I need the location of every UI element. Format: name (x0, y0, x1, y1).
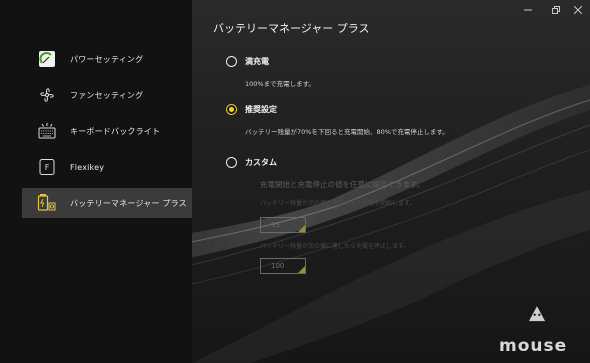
page-title: バッテリーマネージャー プラス (213, 22, 370, 35)
sidebar-item-label: ファンセッティング (70, 90, 144, 100)
restore-icon (552, 6, 560, 14)
charge-start-input[interactable]: 95 (260, 217, 306, 233)
full-charge-description: 100%まで充電します。 (245, 80, 315, 88)
app-window: パワーセッティング ファンセッティング キーボードバックライト F Flexik… (0, 0, 590, 363)
minimize-icon (524, 9, 532, 11)
flexikey-icon: F (37, 157, 57, 177)
minimize-button[interactable] (521, 4, 535, 16)
sidebar-item-fan-setting[interactable]: ファンセッティング (22, 80, 192, 110)
sidebar-item-keyboard-backlight[interactable]: キーボードバックライト (22, 116, 192, 146)
stepper-corner-icon (298, 266, 305, 273)
power-meter-icon (37, 49, 57, 69)
recommended-description: バッテリー残量が70%を下回ると充電開始、80%で充電停止します。 (245, 128, 449, 136)
close-icon (574, 6, 582, 14)
stepper-corner-icon (298, 225, 305, 232)
custom-description: 充電開始と充電停止の値を任意に設定できます。 (260, 180, 425, 189)
restore-button[interactable] (549, 4, 563, 16)
sidebar-item-label: バッテリーマネージャー プラス (70, 198, 187, 208)
recommended-label[interactable]: 推奨設定 (245, 104, 277, 115)
full-charge-label[interactable]: 満充電 (245, 56, 269, 67)
sidebar-item-flexikey[interactable]: F Flexikey (22, 152, 192, 182)
charge-start-label: バッテリー残量が次の値を下回ったら充電を開始します。 (260, 200, 416, 207)
battery-manager-icon (37, 193, 57, 213)
custom-radio[interactable] (226, 157, 237, 168)
sidebar-item-battery-manager-plus[interactable]: バッテリーマネージャー プラス (22, 188, 192, 218)
charge-stop-input[interactable]: 100 (260, 258, 306, 274)
sidebar-item-label: キーボードバックライト (70, 126, 161, 136)
sidebar-item-label: Flexikey (70, 162, 105, 172)
charge-stop-label: バッテリー残量が次の値に達したら充電を停止します。 (260, 243, 410, 250)
keyboard-backlight-icon (37, 121, 57, 141)
charge-start-value: 95 (271, 221, 280, 229)
custom-label[interactable]: カスタム (245, 157, 277, 168)
sidebar-item-power-setting[interactable]: パワーセッティング (22, 44, 192, 74)
brand-logo-text: mouse (499, 336, 568, 356)
full-charge-radio[interactable] (226, 56, 237, 67)
sidebar-item-label: パワーセッティング (70, 54, 144, 64)
recommended-radio[interactable] (226, 104, 237, 115)
charge-stop-value: 100 (271, 262, 285, 270)
mouse-logo-icon (528, 306, 546, 322)
fan-icon (37, 85, 57, 105)
close-button[interactable] (571, 4, 585, 16)
svg-text:F: F (45, 163, 50, 172)
